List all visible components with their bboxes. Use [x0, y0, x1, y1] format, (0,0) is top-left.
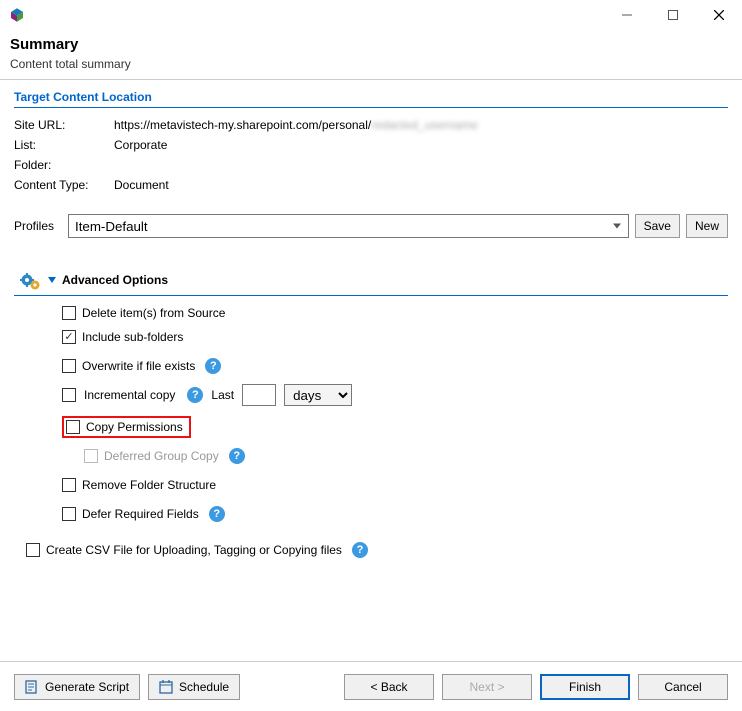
site-url-label: Site URL:	[14, 118, 114, 132]
generate-script-button[interactable]: Generate Script	[14, 674, 140, 700]
delete-source-checkbox[interactable]	[62, 306, 76, 320]
incremental-checkbox[interactable]	[62, 388, 76, 402]
deferred-group-label: Deferred Group Copy	[104, 449, 219, 463]
site-url-hidden: redacted_username	[371, 118, 478, 132]
advanced-options-header[interactable]: Advanced Options	[14, 268, 728, 296]
back-button[interactable]: < Back	[344, 674, 434, 700]
profiles-select[interactable]	[68, 214, 629, 238]
defer-required-label: Defer Required Fields	[82, 507, 199, 521]
new-profile-button[interactable]: New	[686, 214, 728, 238]
delete-source-label: Delete item(s) from Source	[82, 306, 225, 320]
days-input[interactable]	[242, 384, 276, 406]
copy-permissions-label: Copy Permissions	[86, 420, 183, 434]
days-unit-select[interactable]: days	[284, 384, 352, 406]
include-subfolders-label: Include sub-folders	[82, 330, 183, 344]
page-title: Summary	[10, 36, 732, 53]
next-button: Next >	[442, 674, 532, 700]
copy-permissions-highlight: Copy Permissions	[62, 416, 191, 438]
deferred-group-checkbox	[84, 449, 98, 463]
create-csv-checkbox[interactable]	[26, 543, 40, 557]
content-type-label: Content Type:	[14, 178, 114, 192]
help-icon[interactable]: ?	[352, 542, 368, 558]
remove-folder-label: Remove Folder Structure	[82, 478, 216, 492]
app-logo-icon	[8, 6, 26, 24]
help-icon[interactable]: ?	[187, 387, 203, 403]
help-icon[interactable]: ?	[209, 506, 225, 522]
gears-icon	[14, 268, 42, 292]
maximize-button[interactable]	[650, 0, 696, 30]
calendar-icon	[159, 680, 173, 694]
defer-required-checkbox[interactable]	[62, 507, 76, 521]
script-icon	[25, 680, 39, 694]
last-label: Last	[211, 388, 234, 402]
finish-button[interactable]: Finish	[540, 674, 630, 700]
overwrite-label: Overwrite if file exists	[82, 359, 195, 373]
content-scroll[interactable]: Target Content Location Site URL: https:…	[0, 80, 742, 625]
titlebar[interactable]	[0, 0, 742, 30]
profiles-label: Profiles	[14, 219, 62, 233]
overwrite-checkbox[interactable]	[62, 359, 76, 373]
cancel-button[interactable]: Cancel	[638, 674, 728, 700]
list-value: Corporate	[114, 138, 167, 152]
copy-permissions-checkbox[interactable]	[66, 420, 80, 434]
list-label: List:	[14, 138, 114, 152]
save-profile-button[interactable]: Save	[635, 214, 680, 238]
include-subfolders-checkbox[interactable]	[62, 330, 76, 344]
incremental-label: Incremental copy	[84, 388, 175, 402]
help-icon[interactable]: ?	[205, 358, 221, 374]
page-subtitle: Content total summary	[10, 57, 732, 71]
folder-label: Folder:	[14, 158, 114, 172]
chevron-down-icon	[48, 277, 56, 283]
target-section-title: Target Content Location	[14, 90, 728, 108]
advanced-options-label: Advanced Options	[62, 273, 168, 287]
close-button[interactable]	[696, 0, 742, 30]
help-icon[interactable]: ?	[229, 448, 245, 464]
footer: Generate Script Schedule < Back Next > F…	[0, 661, 742, 711]
create-csv-label: Create CSV File for Uploading, Tagging o…	[46, 543, 342, 557]
site-url-value: https://metavistech-my.sharepoint.com/pe…	[114, 118, 371, 132]
minimize-button[interactable]	[604, 0, 650, 30]
remove-folder-checkbox[interactable]	[62, 478, 76, 492]
content-type-value: Document	[114, 178, 169, 192]
schedule-button[interactable]: Schedule	[148, 674, 240, 700]
page-header: Summary Content total summary	[0, 30, 742, 80]
